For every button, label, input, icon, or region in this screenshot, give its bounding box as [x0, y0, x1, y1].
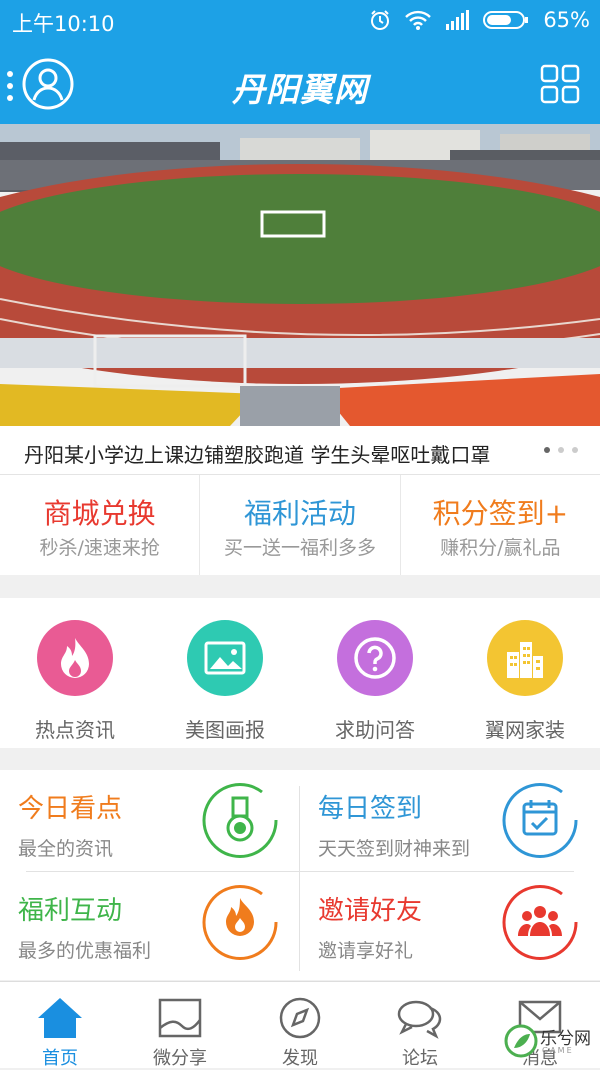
pager-dot	[544, 447, 550, 453]
category-help-qa[interactable]: 求助问答	[300, 598, 450, 748]
category-label: 美图画报	[185, 718, 265, 742]
promo-title: 商城兑换	[43, 497, 156, 530]
battery-icon	[483, 11, 529, 29]
feature-title: 每日签到	[318, 794, 423, 824]
watermark-subtext: GAME	[542, 1046, 574, 1055]
calendar-icon	[502, 783, 578, 858]
status-bar: 上午10:10 65%	[0, 0, 600, 44]
buildings-icon	[487, 620, 563, 696]
feature-subtitle: 最多的优惠福利	[18, 940, 152, 962]
category-label: 翼网家装	[485, 718, 565, 742]
grid-menu-icon[interactable]	[540, 64, 580, 104]
fire-icon	[37, 620, 113, 696]
category-label: 求助问答	[335, 718, 415, 742]
banner-image[interactable]	[0, 124, 600, 426]
feature-today-highlights[interactable]: 今日看点 最全的资讯	[0, 770, 300, 870]
feature-invite-friends[interactable]: 邀请好友 邀请享好礼	[300, 872, 600, 972]
feature-subtitle: 最全的资讯	[18, 838, 114, 860]
tab-micro-share[interactable]: 微分享	[120, 982, 240, 1069]
medal-icon	[202, 783, 278, 858]
wifi-icon	[405, 10, 432, 30]
flame-icon	[202, 885, 278, 960]
category-row: 热点资讯 美图画报 求助问答 翼网家装	[0, 598, 600, 748]
leaf-logo-icon	[504, 1024, 538, 1058]
tab-forum[interactable]: 论坛	[360, 982, 480, 1069]
feature-grid: 今日看点 最全的资讯 每日签到 天天签到财神来到 福利互动 最多的优惠福利 邀请…	[0, 770, 600, 980]
tab-home[interactable]: 首页	[0, 982, 120, 1069]
battery-level: 65%	[543, 8, 590, 32]
promo-title: 福利活动	[243, 497, 356, 530]
chat-bubbles-icon	[397, 1000, 442, 1039]
compass-icon	[279, 997, 321, 1039]
tab-discover[interactable]: 发现	[240, 982, 360, 1069]
promo-mall-exchange[interactable]: 商城兑换 秒杀/速速来抢	[0, 475, 201, 575]
tab-label: 首页	[42, 1048, 78, 1069]
feature-subtitle: 邀请享好礼	[318, 940, 414, 962]
question-icon	[337, 620, 413, 696]
promo-row: 商城兑换 秒杀/速速来抢 福利活动 买一送一福利多多 积分签到+ 赚积分/赢礼品	[0, 475, 600, 575]
category-home-decor[interactable]: 翼网家装	[450, 598, 600, 748]
pager-dot	[558, 447, 564, 453]
status-time: 上午10:10	[12, 12, 115, 36]
promo-welfare-activity[interactable]: 福利活动 买一送一福利多多	[200, 475, 401, 575]
picture-icon	[187, 620, 263, 696]
signal-icon	[446, 10, 470, 30]
tab-label: 微分享	[153, 1048, 207, 1069]
promo-subtitle: 赚积分/赢礼品	[440, 537, 561, 559]
promo-subtitle: 买一送一福利多多	[223, 537, 376, 559]
image-frame-icon	[158, 998, 202, 1038]
stadium-photo	[0, 124, 600, 426]
tab-label: 论坛	[402, 1048, 438, 1069]
banner-caption-text: 丹阳某小学边上课边铺塑胶跑道 学生头晕呕吐戴口罩	[24, 443, 491, 467]
app-bar: 丹阳翼网	[0, 44, 600, 124]
feature-title: 今日看点	[18, 794, 123, 824]
alarm-icon	[371, 10, 390, 30]
home-icon	[38, 998, 82, 1038]
banner-caption[interactable]: 丹阳某小学边上课边铺塑胶跑道 学生头晕呕吐戴口罩	[0, 426, 600, 475]
pager-dot	[572, 447, 578, 453]
category-label: 热点资讯	[35, 718, 115, 742]
feature-welfare-interaction[interactable]: 福利互动 最多的优惠福利	[0, 872, 300, 972]
tab-label: 发现	[282, 1048, 318, 1069]
feature-title: 福利互动	[18, 896, 123, 926]
watermark-logo: 乐兮网 GAME	[502, 1020, 598, 1064]
feature-daily-checkin[interactable]: 每日签到 天天签到财神来到	[300, 770, 600, 870]
people-icon	[502, 885, 578, 960]
app-title: 丹阳翼网	[232, 70, 368, 109]
promo-subtitle: 秒杀/速速来抢	[39, 537, 160, 559]
category-hot-news[interactable]: 热点资讯	[0, 598, 150, 748]
banner-pager	[544, 447, 578, 453]
promo-points-checkin[interactable]: 积分签到+ 赚积分/赢礼品	[401, 475, 600, 575]
feature-subtitle: 天天签到财神来到	[318, 838, 471, 860]
feature-title: 邀请好友	[318, 896, 423, 926]
category-photo-gallery[interactable]: 美图画报	[150, 598, 300, 748]
promo-title: 积分签到+	[432, 497, 569, 530]
